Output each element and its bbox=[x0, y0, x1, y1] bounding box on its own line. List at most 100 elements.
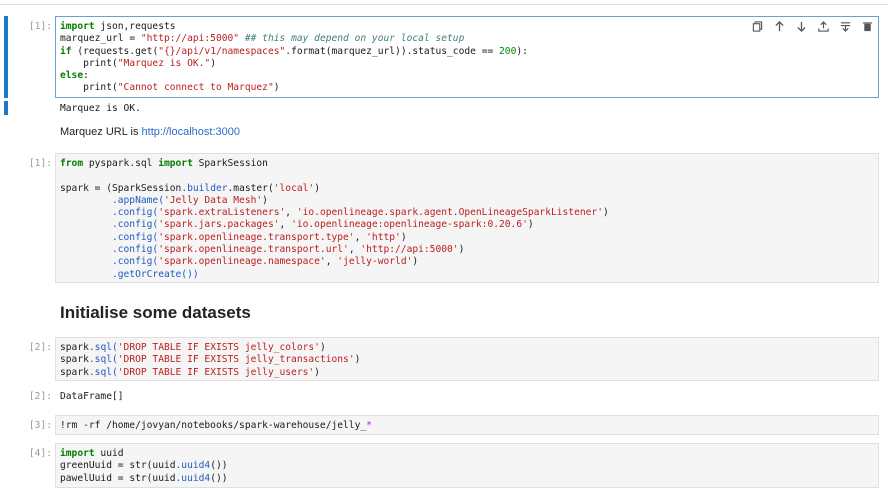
code-token: 'http://api:5000' bbox=[360, 244, 459, 256]
code-line: .appName('Jelly Data Mesh') bbox=[60, 195, 874, 207]
code-cell-4[interactable]: !rm -rf /home/jovyan/notebooks/spark-war… bbox=[55, 415, 879, 435]
code-token: .format(marquez_url)) bbox=[285, 45, 407, 57]
output-prompt: [2]: bbox=[28, 391, 52, 402]
code-token: 'jelly-world' bbox=[337, 256, 413, 268]
code-token: ) bbox=[314, 366, 320, 378]
code-token: spark bbox=[60, 182, 95, 194]
code-token: .config( bbox=[111, 219, 159, 231]
code-line: spark.sql('DROP TABLE IF EXISTS jelly_tr… bbox=[60, 354, 874, 366]
marquez-url-link[interactable]: http://localhost:3000 bbox=[142, 126, 240, 138]
code-token: ) bbox=[314, 182, 320, 194]
code-line: print("Marquez is OK.") bbox=[60, 58, 874, 70]
stdout-output: Marquez is OK. bbox=[60, 103, 141, 114]
code-token: 'spark.extraListeners' bbox=[158, 207, 286, 219]
code-token: ) bbox=[210, 57, 216, 69]
code-line: .config('spark.jars.packages', 'io.openl… bbox=[60, 219, 874, 231]
code-token: ()) bbox=[210, 472, 228, 484]
code-token: from bbox=[60, 158, 84, 169]
code-line: marquez_url = "http://api:5000" ## this … bbox=[60, 33, 874, 45]
delete-icon[interactable] bbox=[860, 19, 874, 33]
code-line: .getOrCreate()) bbox=[60, 269, 874, 281]
code-token: (SparkSession bbox=[100, 182, 182, 194]
insert-below-icon[interactable] bbox=[838, 19, 852, 33]
code-token: marquez_url bbox=[60, 33, 130, 45]
code-token: .config( bbox=[111, 256, 159, 268]
code-line: .config('spark.extraListeners', 'io.open… bbox=[60, 207, 874, 219]
code-token: .config( bbox=[111, 231, 159, 243]
code-line: else: bbox=[60, 70, 874, 82]
code-token: , bbox=[348, 244, 361, 256]
code-token: if bbox=[60, 45, 72, 57]
code-token: == bbox=[481, 45, 494, 57]
code-token: 'spark.openlineage.transport.url' bbox=[158, 244, 349, 256]
code-token: 'DROP TABLE IF EXISTS jelly_users' bbox=[117, 366, 315, 378]
code-token: .uuid4 bbox=[175, 460, 211, 472]
code-cell-5[interactable]: import uuid greenUuid = str(uuid.uuid4())… bbox=[55, 443, 879, 488]
code-token: SparkSession bbox=[192, 158, 268, 169]
code-token: str(uuid bbox=[123, 460, 176, 472]
top-divider bbox=[0, 0, 888, 5]
code-token: 'http' bbox=[366, 231, 401, 243]
code-token: ()) bbox=[210, 460, 228, 472]
code-token: .get bbox=[129, 45, 153, 57]
code-token: ): bbox=[516, 45, 528, 57]
insert-above-icon[interactable] bbox=[816, 19, 830, 33]
code-line: .config('spark.openlineage.namespace', '… bbox=[60, 256, 874, 268]
copy-icon[interactable] bbox=[750, 19, 764, 33]
cell-prompt: [3]: bbox=[28, 420, 52, 431]
code-token: str(uuid bbox=[123, 472, 176, 484]
code-line: if (requests.get("{}/api/v1/namespaces".… bbox=[60, 46, 874, 58]
section-heading: Initialise some datasets bbox=[60, 303, 251, 322]
code-token: , bbox=[279, 219, 292, 231]
code-cell-2[interactable]: from pyspark.sql import SparkSession spar… bbox=[55, 153, 879, 283]
cell-prompt: [1]: bbox=[28, 21, 52, 32]
move-up-icon[interactable] bbox=[772, 19, 786, 33]
move-down-icon[interactable] bbox=[794, 19, 808, 33]
output-indicator bbox=[4, 101, 8, 115]
code-token: : bbox=[83, 70, 89, 82]
code-token: ) bbox=[602, 207, 609, 219]
code-token: ) bbox=[458, 244, 465, 256]
code-token: 'io.openlineage.spark.agent.OpenLineageS… bbox=[296, 207, 603, 219]
code-token: ) bbox=[400, 231, 407, 243]
markdown-text: Marquez URL is http://localhost:3000 bbox=[60, 126, 240, 138]
code-line: spark = (SparkSession.builder.master('lo… bbox=[60, 183, 874, 195]
code-token: 'spark.openlineage.transport.type' bbox=[158, 231, 355, 243]
code-token: import bbox=[60, 21, 95, 32]
active-cell-indicator bbox=[4, 16, 8, 98]
code-token: .status_code bbox=[406, 45, 476, 57]
code-token: print( bbox=[60, 82, 118, 94]
code-token: , bbox=[285, 207, 297, 219]
code-token: ) bbox=[354, 354, 361, 366]
code-line: greenUuid = str(uuid.uuid4()) bbox=[60, 460, 874, 472]
code-token: json,requests bbox=[94, 21, 176, 32]
code-token: .config( bbox=[111, 244, 159, 256]
code-token: else bbox=[60, 70, 84, 82]
code-token: , bbox=[325, 256, 338, 268]
code-token: .uuid4 bbox=[175, 472, 211, 484]
code-token: .getOrCreate()) bbox=[111, 268, 199, 280]
code-token: .sql( bbox=[88, 366, 118, 378]
code-token: ## this may depend on your local setup bbox=[244, 33, 465, 45]
code-token: import bbox=[60, 448, 95, 459]
code-token: !rm -rf /home/jovyan/notebooks/spark-war… bbox=[60, 420, 367, 431]
cell-toolbar bbox=[750, 19, 874, 33]
code-line: !rm -rf /home/jovyan/notebooks/spark-war… bbox=[60, 420, 874, 432]
code-token: ) bbox=[412, 256, 419, 268]
code-token: "Cannot connect to Marquez" bbox=[117, 82, 274, 94]
code-token: .config( bbox=[111, 207, 159, 219]
code-line: print("Cannot connect to Marquez") bbox=[60, 82, 874, 94]
code-token: spark bbox=[60, 366, 89, 378]
code-token: uuid bbox=[94, 448, 124, 459]
code-token: ) bbox=[273, 82, 280, 94]
cell-prompt: [1]: bbox=[28, 158, 52, 169]
code-token: print( bbox=[60, 57, 118, 69]
code-token: ) bbox=[319, 342, 326, 353]
code-cell-3[interactable]: spark.sql('DROP TABLE IF EXISTS jelly_co… bbox=[55, 337, 879, 381]
code-line: spark.sql('DROP TABLE IF EXISTS jelly_us… bbox=[60, 367, 874, 379]
cell-prompt: [2]: bbox=[28, 342, 52, 353]
